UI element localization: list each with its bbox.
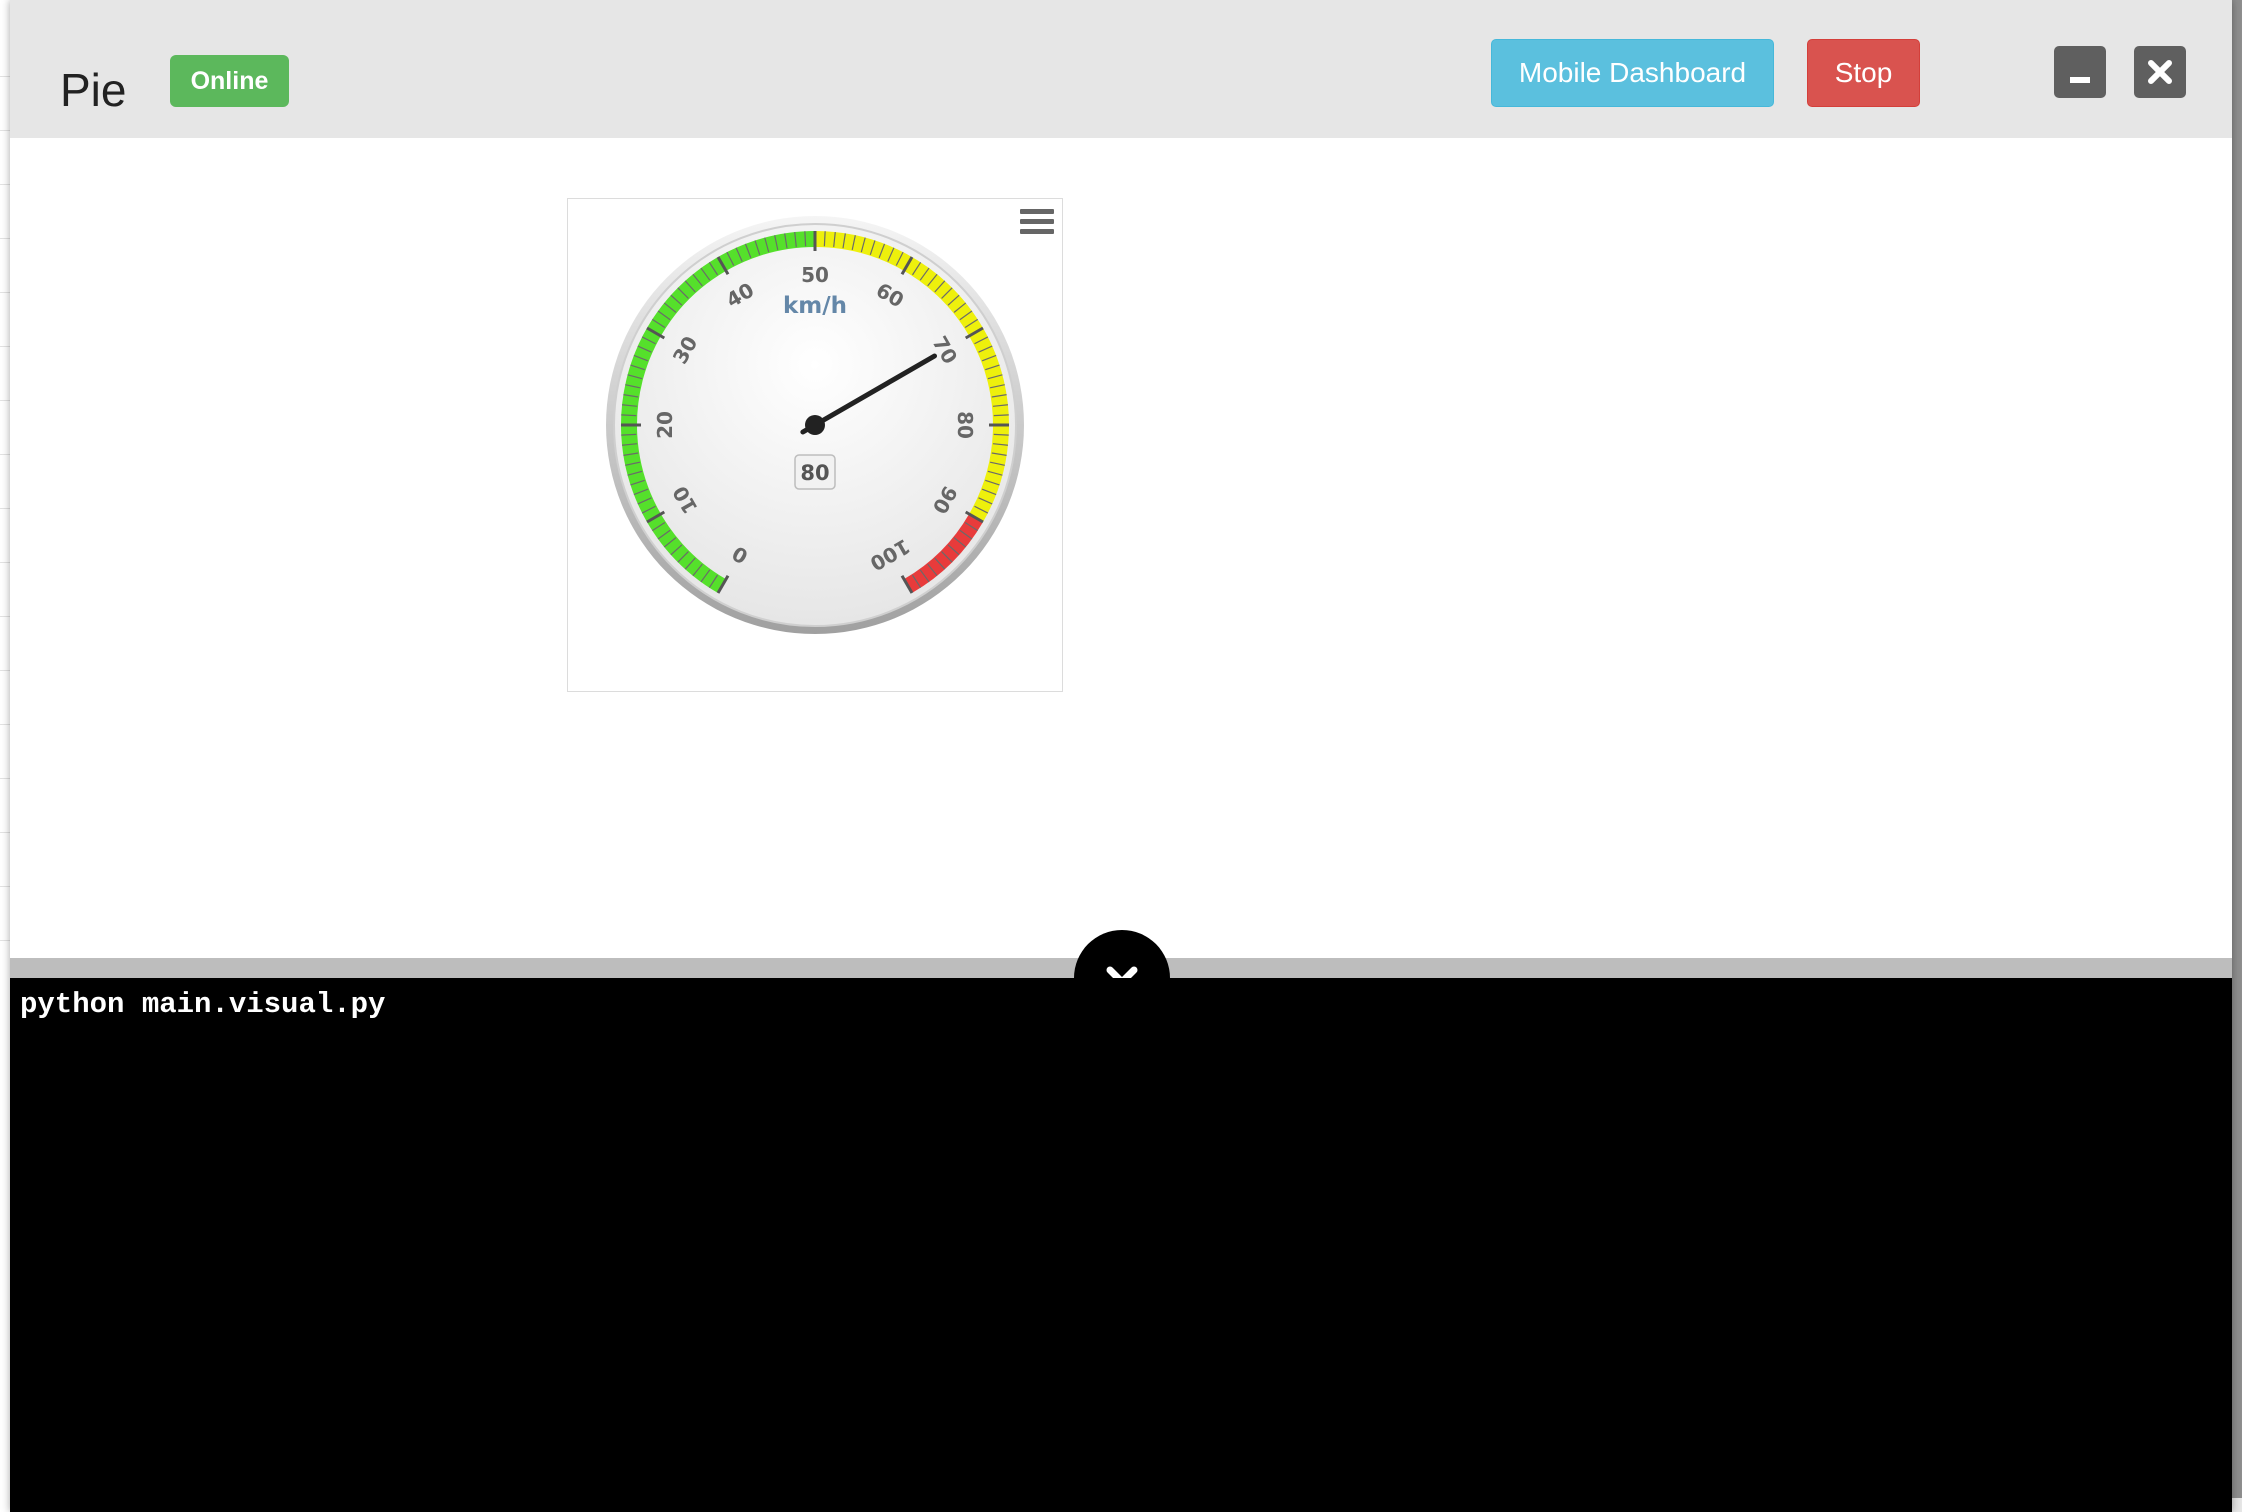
stop-button[interactable]: Stop — [1807, 39, 1920, 107]
console-output: python main.visual.py — [10, 978, 2232, 1512]
gauge-minor-tick — [993, 433, 1009, 436]
page-title: Pie — [60, 64, 127, 116]
gauge-widget: 0 10 20 30 40 50 60 70 80 90 100 km/h 80 — [567, 198, 1063, 692]
gauge-unit-label: km/h — [783, 293, 847, 319]
status-badge: Online — [170, 55, 289, 107]
gauge-tick-label: 80 — [953, 411, 977, 439]
gauge-minor-tick — [823, 231, 826, 247]
minimize-icon — [2070, 77, 2090, 83]
dashboard-area: 0 10 20 30 40 50 60 70 80 90 100 km/h 80 — [10, 138, 2232, 958]
speed-gauge: 0102030405060708090100 km/h 80 — [606, 216, 1024, 634]
close-icon — [2148, 60, 2172, 84]
minimize-button[interactable] — [2054, 46, 2106, 98]
modal-header: Pie Online Mobile Dashboard Stop — [10, 0, 2232, 138]
close-button[interactable] — [2134, 46, 2186, 98]
mobile-dashboard-button[interactable]: Mobile Dashboard — [1491, 39, 1774, 107]
gauge-minor-tick — [621, 433, 637, 436]
gauge-tick-label: 20 — [653, 411, 677, 439]
gauge-tick-label: 50 — [801, 263, 829, 287]
gauge-minor-tick — [993, 414, 1009, 417]
gauge-needle-hub — [805, 415, 825, 435]
console-line: python main.visual.py — [20, 988, 386, 1021]
gauge-minor-tick — [804, 231, 807, 247]
app-modal: Pie Online Mobile Dashboard Stop 0 10 20… — [10, 0, 2232, 1512]
gauge-value-label: 80 — [800, 461, 829, 485]
hamburger-icon[interactable] — [1020, 209, 1054, 237]
gauge-minor-tick — [621, 414, 637, 417]
